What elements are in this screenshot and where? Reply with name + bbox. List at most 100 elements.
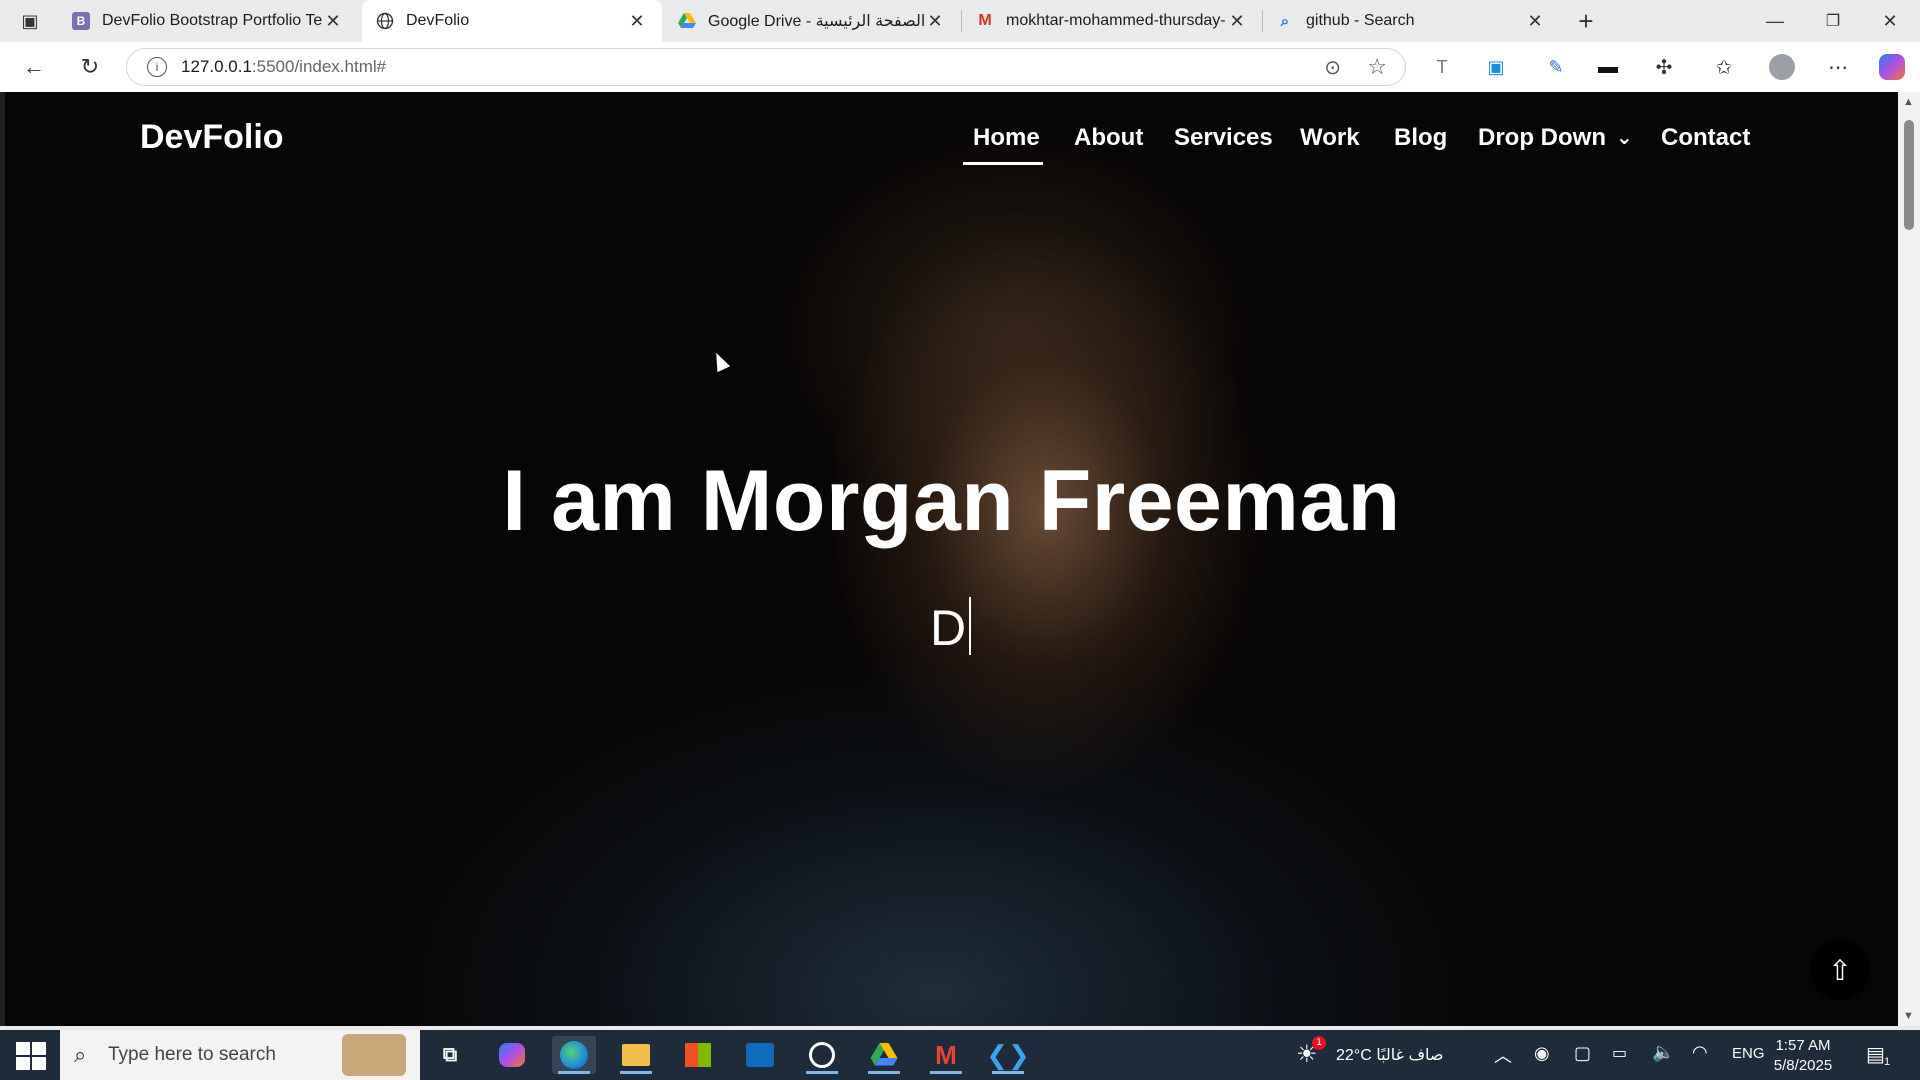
nav-about[interactable]: About — [1074, 124, 1143, 152]
typing-cursor — [969, 597, 972, 655]
browser-tab-strip: ▣ B DevFolio Bootstrap Portfolio Temp ✕ … — [0, 0, 1920, 42]
new-tab-icon[interactable]: + — [1568, 3, 1604, 39]
tab-devfolio-template[interactable]: B DevFolio Bootstrap Portfolio Temp ✕ — [58, 0, 358, 42]
meet-tray-icon[interactable]: ▢ — [1574, 1043, 1591, 1064]
page-viewport: DevFolio Home About Services Work Blog D… — [5, 92, 1898, 1026]
nav-contact[interactable]: Contact — [1661, 124, 1750, 152]
nav-work[interactable]: Work — [1300, 124, 1360, 152]
reader-mode-icon[interactable]: ⊙ — [1324, 55, 1341, 80]
wifi-icon[interactable]: ◠ — [1692, 1042, 1708, 1063]
tab-actions-icon[interactable]: ▣ — [12, 3, 48, 39]
globe-icon — [376, 12, 394, 30]
favorites-icon[interactable]: ✩ — [1706, 49, 1742, 85]
nav-dropdown-label: Drop Down — [1478, 124, 1606, 151]
search-icon: ⌕ — [74, 1042, 87, 1067]
active-app-indicator — [868, 1071, 900, 1074]
restore-icon[interactable]: ❐ — [1815, 3, 1851, 39]
start-button[interactable] — [12, 1040, 48, 1070]
subtitles-extension-icon[interactable]: ▬ — [1590, 49, 1626, 85]
search-icon: ⌕ — [1280, 12, 1290, 30]
copilot-app-icon[interactable] — [490, 1036, 534, 1074]
windows-taskbar: ⌕ Type here to search ⧉ M ❮❯ ☀ 1 22°C صا… — [0, 1030, 1920, 1080]
site-info-icon[interactable]: i — [147, 57, 167, 77]
profile-avatar[interactable] — [1764, 49, 1800, 85]
weather-text[interactable]: 22°C صاف غالبًا — [1336, 1045, 1444, 1065]
clock-time: 1:57 AM — [1775, 1037, 1831, 1054]
scroll-up-arrow-icon[interactable]: ▲ — [1903, 96, 1914, 108]
tab-devfolio[interactable]: DevFolio ✕ — [362, 0, 662, 42]
volume-icon[interactable]: 🔈 — [1652, 1042, 1674, 1063]
battery-icon[interactable]: ▭ — [1612, 1043, 1627, 1063]
hero-typed-text: D — [930, 597, 972, 657]
typed-text: D — [930, 600, 967, 656]
search-highlight-illustration — [342, 1034, 406, 1076]
chrome-tray-icon[interactable]: ◉ — [1534, 1043, 1550, 1064]
tab-title: Google Drive - الصفحة الرئيسية — [708, 13, 924, 30]
google-drive-app-icon[interactable] — [862, 1036, 906, 1074]
vscode-icon[interactable]: ❮❯ — [986, 1036, 1030, 1074]
nav-services[interactable]: Services — [1174, 124, 1273, 152]
tab-title: mokhtar-mohammed-thursday-10 — [1006, 12, 1226, 29]
weather-badge: 1 — [1312, 1036, 1326, 1050]
search-placeholder: Type here to search — [108, 1044, 276, 1065]
outlook-icon[interactable] — [738, 1036, 782, 1074]
tab-google-drive[interactable]: Google Drive - الصفحة الرئيسية ✕ — [664, 0, 960, 42]
active-app-indicator — [930, 1071, 962, 1074]
back-to-top-button[interactable]: ⇧ — [1810, 940, 1870, 1000]
close-tab-icon[interactable]: ✕ — [924, 10, 946, 32]
active-app-indicator — [620, 1071, 652, 1074]
notifications-icon[interactable]: ▤ — [1866, 1042, 1885, 1067]
back-icon[interactable]: ← — [16, 49, 52, 85]
tab-title: DevFolio Bootstrap Portfolio Temp — [102, 12, 322, 29]
main-navigation: Home About Services Work Blog Drop Down ⌄… — [5, 124, 1898, 164]
close-tab-icon[interactable]: ✕ — [1524, 10, 1546, 32]
hero-title: I am Morgan Freeman — [502, 453, 1401, 549]
clock-date: 5/8/2025 — [1773, 1057, 1833, 1074]
tab-gmail[interactable]: M mokhtar-mohammed-thursday-10 ✕ — [962, 0, 1262, 42]
active-app-indicator — [558, 1071, 590, 1074]
tab-github-search[interactable]: ⌕ github - Search ✕ — [1262, 0, 1560, 42]
scrollbar-thumb[interactable] — [1904, 120, 1914, 230]
google-drive-icon — [678, 12, 696, 30]
copilot-icon[interactable] — [1874, 49, 1910, 85]
refresh-icon[interactable]: ↻ — [72, 49, 108, 85]
nav-home[interactable]: Home — [973, 124, 1040, 152]
notification-count: 1 — [1884, 1056, 1891, 1068]
favorite-star-icon[interactable]: ☆ — [1367, 54, 1387, 80]
file-explorer-icon[interactable] — [614, 1036, 658, 1074]
close-tab-icon[interactable]: ✕ — [322, 10, 344, 32]
chatgpt-icon[interactable] — [800, 1036, 844, 1074]
gmail-icon: M — [978, 12, 992, 29]
tab-title: DevFolio — [406, 12, 470, 29]
more-menu-icon[interactable]: ⋯ — [1820, 49, 1856, 85]
minimize-icon[interactable]: — — [1757, 3, 1793, 39]
show-hidden-icons-icon[interactable]: ︿ — [1494, 1042, 1512, 1068]
scroll-down-arrow-icon[interactable]: ▼ — [1903, 1010, 1914, 1022]
taskbar-search-box[interactable]: ⌕ Type here to search — [60, 1030, 420, 1080]
hero-overlay — [5, 92, 1898, 1026]
close-tab-icon[interactable]: ✕ — [626, 10, 648, 32]
microsoft-store-icon[interactable] — [676, 1036, 720, 1074]
nav-active-indicator — [963, 162, 1043, 165]
url-text[interactable]: 127.0.0.1:5500/index.html# — [181, 57, 386, 77]
active-app-indicator — [992, 1071, 1024, 1074]
nav-blog[interactable]: Blog — [1394, 124, 1447, 152]
image-extension-icon[interactable]: ▣ — [1478, 49, 1514, 85]
tab-title: github - Search — [1306, 12, 1415, 29]
chevron-down-icon: ⌄ — [1615, 127, 1633, 149]
task-view-icon[interactable]: ⧉ — [428, 1036, 472, 1074]
gmail-app-icon[interactable]: M — [924, 1036, 968, 1074]
close-window-icon[interactable]: ✕ — [1872, 3, 1908, 39]
read-aloud-icon[interactable]: T — [1424, 49, 1460, 85]
page-scrollbar[interactable]: ▲ ▼ — [1898, 92, 1920, 1026]
close-tab-icon[interactable]: ✕ — [1226, 10, 1248, 32]
active-app-indicator — [806, 1071, 838, 1074]
browser-toolbar: ← ↻ i 127.0.0.1:5500/index.html# ⊙ ☆ T ▣… — [0, 42, 1920, 92]
bootstrap-favicon-icon: B — [72, 12, 90, 30]
edge-browser-icon[interactable] — [552, 1036, 596, 1074]
pen-extension-icon[interactable]: ✎ — [1538, 49, 1574, 85]
extensions-puzzle-icon[interactable]: ✣ — [1646, 49, 1682, 85]
system-clock[interactable]: 1:57 AM 5/8/2025 — [1758, 1036, 1848, 1076]
nav-dropdown[interactable]: Drop Down ⌄ — [1478, 124, 1633, 152]
address-bar[interactable]: i 127.0.0.1:5500/index.html# ⊙ ☆ — [126, 48, 1406, 86]
